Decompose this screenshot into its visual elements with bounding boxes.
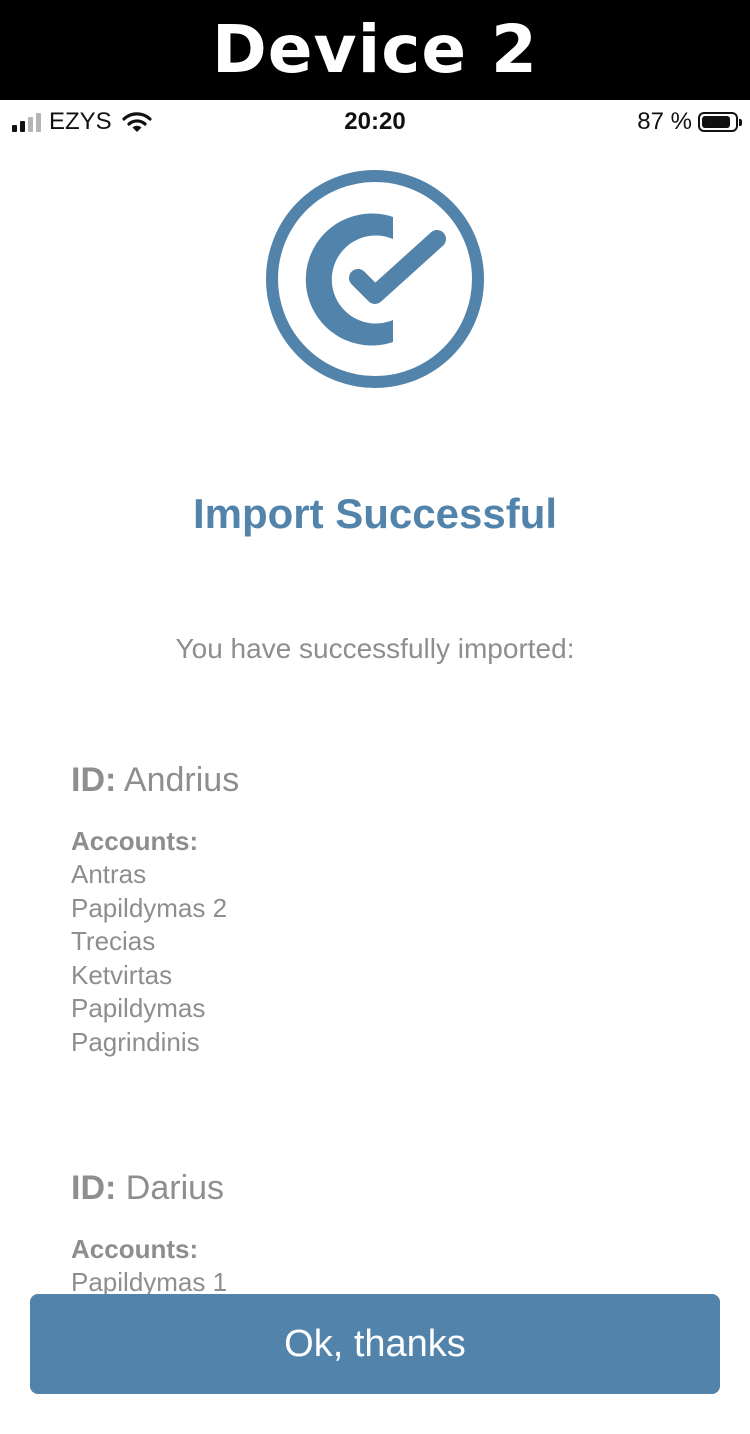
ok-thanks-button-label: Ok, thanks	[284, 1322, 466, 1365]
device-banner: Device 2	[0, 0, 750, 100]
ok-thanks-button[interactable]: Ok, thanks	[30, 1294, 720, 1394]
identity-block: ID: Darius Accounts: Papildymas 1	[71, 1168, 227, 1300]
battery-percent: 87 %	[637, 108, 692, 135]
check-circle-logo-icon	[266, 170, 484, 388]
id-label: ID:	[71, 761, 117, 799]
identity-block: ID: Andrius Accounts: Antras Papildymas …	[71, 760, 239, 1059]
status-bar: EZYS 20:20 87 %	[0, 100, 750, 142]
id-value: Darius	[125, 1169, 225, 1207]
account-item: Papildymas	[71, 993, 206, 1023]
page-subtitle: You have successfully imported:	[175, 633, 575, 664]
account-item: Ketvirtas	[71, 959, 173, 990]
id-value: Andrius	[123, 761, 240, 799]
account-item: Pagrindinis	[71, 1026, 200, 1057]
page-title: Import Successful	[192, 490, 558, 537]
id-label: ID:	[71, 1169, 117, 1207]
battery-icon	[698, 112, 742, 132]
accounts-label: Accounts:	[71, 1234, 199, 1264]
account-item: Antras	[71, 859, 147, 889]
identity-id: ID: Darius	[71, 1168, 227, 1208]
identity-id: ID: Andrius	[71, 760, 239, 800]
banner-title: Device 2	[212, 11, 538, 88]
status-right: 87 %	[637, 108, 742, 136]
accounts-label: Accounts:	[71, 826, 199, 856]
account-item: Trecias	[71, 926, 156, 956]
account-item: Papildymas 2	[71, 892, 228, 923]
